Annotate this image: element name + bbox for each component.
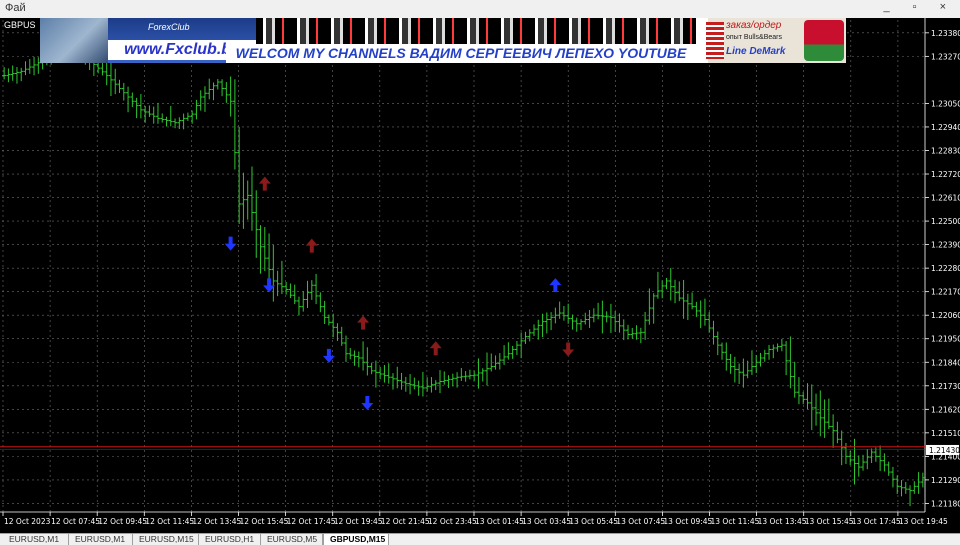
banner-demark-text: Line DeMark xyxy=(726,46,786,57)
price-chart[interactable]: 1.23380 1.23270 1.23050 1.22940 1.22830 1.227… xyxy=(0,18,960,533)
chart-window[interactable]: 1.23380 1.23270 1.23050 1.22940 1.22830 1.227… xyxy=(0,18,960,533)
y-tick-label: 1.22500 xyxy=(931,217,960,226)
tab-eurusd-m15[interactable]: EURUSD,M15 xyxy=(133,534,199,545)
x-tick-label: 12 Oct 19:45 xyxy=(334,517,383,526)
ornament-icon xyxy=(706,22,724,59)
y-tick-label: 1.22060 xyxy=(931,311,960,320)
y-tick-label: 1.21510 xyxy=(931,429,960,438)
y-tick-label: 1.21290 xyxy=(931,476,960,485)
x-tick-label: 13 Oct 17:45 xyxy=(852,517,901,526)
y-tick-label: 1.21840 xyxy=(931,358,960,367)
x-tick-label: 13 Oct 09:45 xyxy=(663,517,712,526)
current-price-label: 1.21430 xyxy=(929,446,960,455)
x-tick-label: 13 Oct 15:45 xyxy=(805,517,854,526)
y-tick-label: 1.22390 xyxy=(931,241,960,250)
y-tick-label: 1.23050 xyxy=(931,99,960,108)
tab-eurusd-m1[interactable]: EURUSD,M1 xyxy=(3,534,69,545)
y-tick-label: 1.22280 xyxy=(931,264,960,273)
x-tick-label: 13 Oct 05:45 xyxy=(569,517,618,526)
chart-symbol-label: GBPUS xyxy=(4,20,36,30)
tab-eurusd-m5[interactable]: EURUSD,M5 xyxy=(261,534,323,545)
fxclub-logo-text: ForexClub xyxy=(148,22,190,32)
y-tick-label: 1.23380 xyxy=(931,29,960,38)
flag-icon xyxy=(804,20,844,61)
y-tick-label: 1.21950 xyxy=(931,335,960,344)
y-tick-label: 1.22720 xyxy=(931,170,960,179)
y-tick-label: 1.21620 xyxy=(931,405,960,414)
y-tick-label: 1.22170 xyxy=(931,288,960,297)
banner-right-panel: заказ/ордер опыт Bulls&Bears Line DeMark xyxy=(700,18,846,63)
menu-bar: Фай _ ▫ × xyxy=(0,0,960,18)
x-tick-label: 12 Oct 11:45 xyxy=(145,517,194,526)
x-tick-label: 12 Oct 09:45 xyxy=(98,517,147,526)
menu-file[interactable]: Фай xyxy=(5,2,26,14)
y-tick-label: 1.22610 xyxy=(931,194,960,203)
x-tick-label: 13 Oct 13:45 xyxy=(758,517,807,526)
x-tick-label: 12 Oct 2023 xyxy=(4,517,51,526)
advert-banner[interactable]: ForexClub www.Fxclub.by WELCOM MY CHANNE… xyxy=(40,18,846,63)
x-tick-label: 12 Oct 15:45 xyxy=(240,517,289,526)
tab-eurusd-m1[interactable]: EURUSD,M1 xyxy=(69,534,133,545)
tab-gbpusd-m15[interactable]: GBPUSD,M15 xyxy=(323,534,389,545)
banner-stripes xyxy=(256,18,696,44)
x-tick-label: 12 Oct 21:45 xyxy=(381,517,430,526)
banner-photo xyxy=(40,18,108,63)
x-tick-label: 12 Oct 17:45 xyxy=(287,517,336,526)
x-tick-label: 13 Oct 01:45 xyxy=(475,517,524,526)
x-tick-label: 13 Oct 07:45 xyxy=(616,517,665,526)
y-tick-label: 1.21180 xyxy=(931,499,960,508)
x-tick-label: 13 Oct 03:45 xyxy=(522,517,571,526)
x-tick-label: 12 Oct 23:45 xyxy=(428,517,477,526)
y-tick-label: 1.21730 xyxy=(931,382,960,391)
tab-eurusd-h1[interactable]: EURUSD,H1 xyxy=(199,534,261,545)
banner-title: WELCOM MY CHANNELS ВАДИМ СЕРГЕЕВИЧ ЛЕПЕХ… xyxy=(226,44,696,63)
banner-experience-text: опыт Bulls&Bears xyxy=(726,34,782,41)
window-controls[interactable]: _ ▫ × xyxy=(883,1,956,13)
chart-tab-bar: EURUSD,M1 EURUSD,M1 EURUSD,M15 EURUSD,H1 EUR… xyxy=(0,533,960,545)
x-tick-label: 12 Oct 07:45 xyxy=(51,517,100,526)
x-tick-label: 13 Oct 19:45 xyxy=(899,517,948,526)
y-tick-label: 1.22830 xyxy=(931,146,960,155)
y-tick-label: 1.23270 xyxy=(931,52,960,61)
x-tick-label: 12 Oct 13:45 xyxy=(192,517,241,526)
y-tick-label: 1.22940 xyxy=(931,123,960,132)
x-tick-label: 13 Oct 11:45 xyxy=(711,517,760,526)
banner-order-text: заказ/ордер xyxy=(726,20,782,31)
